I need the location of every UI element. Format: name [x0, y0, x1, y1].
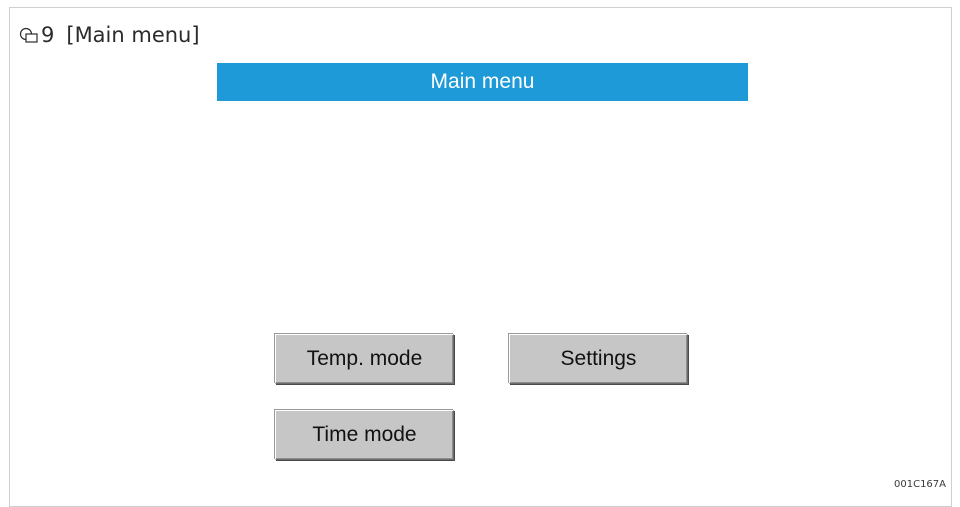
figure-title: [Main menu] — [66, 23, 200, 47]
figure-code: 001C167A — [894, 479, 946, 490]
temp-mode-button[interactable]: Temp. mode — [275, 334, 454, 384]
time-mode-button[interactable]: Time mode — [275, 410, 454, 460]
settings-button[interactable]: Settings — [509, 334, 688, 384]
screen-title: Main menu — [430, 70, 535, 93]
screen-title-bar: Main menu — [217, 63, 748, 101]
figure-caption: 9 [Main menu] — [19, 20, 200, 50]
figure-icon — [19, 25, 39, 45]
figure-number: 9 — [41, 23, 55, 47]
